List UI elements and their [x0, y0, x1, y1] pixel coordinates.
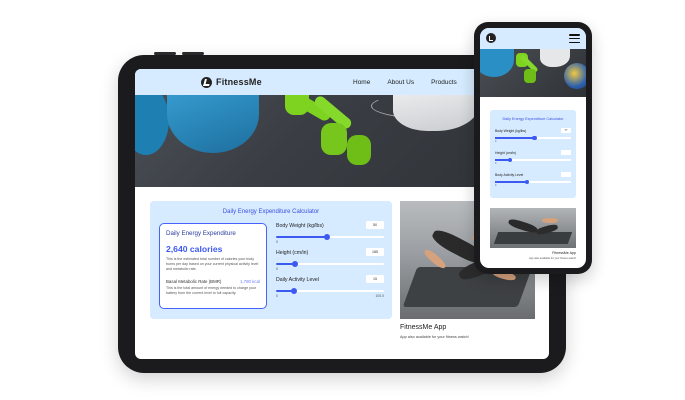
brand-logo[interactable]: FitnessMe	[201, 76, 262, 88]
white-sneaker-image	[540, 49, 570, 67]
phone-app-subtitle: App also available for your fitness watc…	[528, 257, 576, 260]
sneaker-image	[167, 95, 259, 153]
app-subtitle: App also available for your fitness watc…	[400, 335, 469, 339]
calories-description: This is the estimated total number of ca…	[166, 257, 259, 271]
slider-track[interactable]	[495, 157, 571, 162]
slider-track[interactable]	[276, 288, 384, 294]
slider-min: 0	[276, 240, 278, 244]
slider-min: 0	[495, 162, 497, 165]
slider-min: 0	[495, 184, 497, 187]
slider-thumb[interactable]	[291, 288, 298, 294]
app-title: FitnessMe App	[400, 324, 447, 331]
bmr-value: 1,780 kcal	[239, 279, 260, 284]
bmr-label: Basal Metabolic Rate (BMR)	[166, 279, 222, 284]
slider-value-input[interactable]: 15	[366, 275, 384, 283]
slider-label: Height (cm/in)	[276, 250, 309, 256]
phone-height-slider[interactable]: Height (cm/in) 0	[495, 150, 571, 169]
phone-weight-slider[interactable]: Body Weight (kg/lbs) 77 0	[495, 128, 571, 147]
weight-slider[interactable]: Body Weight (kg/lbs) 50 0	[276, 221, 384, 250]
bmr-row: Basal Metabolic Rate (BMR) 1,780 kcal	[166, 279, 260, 284]
slider-label: Body Weight (kg/lbs)	[495, 129, 527, 133]
brand-name: FitnessMe	[216, 77, 262, 87]
slider-group: Body Weight (kg/lbs) 50 0 Height (cm/in)	[276, 221, 385, 304]
yoga-mat	[493, 232, 573, 244]
slider-value-input[interactable]: 50	[366, 221, 384, 229]
slider-min: 0	[276, 294, 278, 298]
phone-device: Daily Energy Expenditure Calculator Body…	[474, 22, 592, 274]
hamburger-menu-icon[interactable]	[569, 34, 580, 43]
result-heading: Daily Energy Expenditure	[166, 230, 236, 237]
dumbbell-image	[524, 69, 536, 83]
calculator-card: Daily Energy Expenditure Calculator Dail…	[150, 201, 392, 319]
slider-label: Body Weight (kg/lbs)	[276, 223, 324, 229]
slider-thumb[interactable]	[532, 135, 537, 140]
height-slider[interactable]: Height (cm/in) 185 0	[276, 248, 384, 277]
activity-slider[interactable]: Daily Activity Level 15 0 100.0	[276, 275, 385, 304]
nav-link-about[interactable]: About Us	[387, 79, 414, 86]
calculator-title: Daily Energy Expenditure Calculator	[222, 209, 320, 215]
nav-links: Home About Us Products Co	[353, 69, 482, 95]
slider-track[interactable]	[495, 179, 571, 184]
slider-track[interactable]	[276, 234, 384, 240]
slider-value-input[interactable]: 185	[366, 248, 384, 256]
dumbbell-image	[321, 123, 347, 155]
bmr-description: This is the total amount of energy neede…	[166, 286, 257, 295]
slider-fill	[495, 181, 527, 183]
slider-min: 0	[495, 140, 497, 143]
slider-value-input[interactable]	[561, 172, 571, 177]
slider-fill	[276, 236, 327, 238]
slider-thumb[interactable]	[323, 234, 330, 240]
slider-track[interactable]	[495, 135, 571, 140]
sneaker-image	[135, 95, 169, 155]
slider-min: 0	[276, 267, 278, 271]
slider-thumb[interactable]	[292, 261, 299, 267]
runner-icon[interactable]	[486, 33, 496, 43]
phone-app-title: FitnessMe App	[552, 251, 576, 255]
slider-label: Body Activity Level	[495, 173, 524, 177]
ball-image	[564, 63, 586, 89]
phone-screen: Daily Energy Expenditure Calculator Body…	[480, 28, 586, 268]
dumbbell-image	[347, 135, 371, 165]
slider-track[interactable]	[276, 261, 384, 267]
slider-thumb[interactable]	[524, 179, 530, 184]
phone-calculator-title: Daily Energy Expenditure Calculator	[502, 117, 564, 121]
phone-calculator-card: Daily Energy Expenditure Calculator Body…	[490, 110, 576, 198]
nav-link-home[interactable]: Home	[353, 79, 370, 86]
slider-fill	[495, 137, 535, 139]
phone-hero-image	[480, 49, 586, 97]
person-arm	[542, 218, 558, 223]
tablet-button	[182, 52, 204, 55]
slider-thumb[interactable]	[507, 157, 513, 162]
runner-icon	[201, 76, 212, 88]
result-box: Daily Energy Expenditure 2,640 calories …	[159, 223, 267, 309]
phone-activity-slider[interactable]: Body Activity Level 0	[495, 172, 571, 191]
mockup-stage: FitnessMe Home About Us Products Co	[0, 0, 685, 400]
nav-link-products[interactable]: Products	[431, 79, 457, 86]
tablet-button	[154, 52, 176, 55]
phone-navbar	[480, 28, 586, 49]
calories-value: 2,640 calories	[166, 244, 223, 254]
slider-value-input[interactable]	[561, 150, 571, 155]
slider-max: 100.0	[375, 294, 385, 298]
white-sneaker-image	[393, 95, 479, 131]
slider-value-input[interactable]: 77	[561, 128, 571, 133]
sneaker-image	[480, 49, 514, 77]
slider-label: Height (cm/in)	[495, 151, 517, 155]
slider-label: Daily Activity Level	[276, 277, 319, 283]
phone-workout-photo	[490, 208, 576, 248]
